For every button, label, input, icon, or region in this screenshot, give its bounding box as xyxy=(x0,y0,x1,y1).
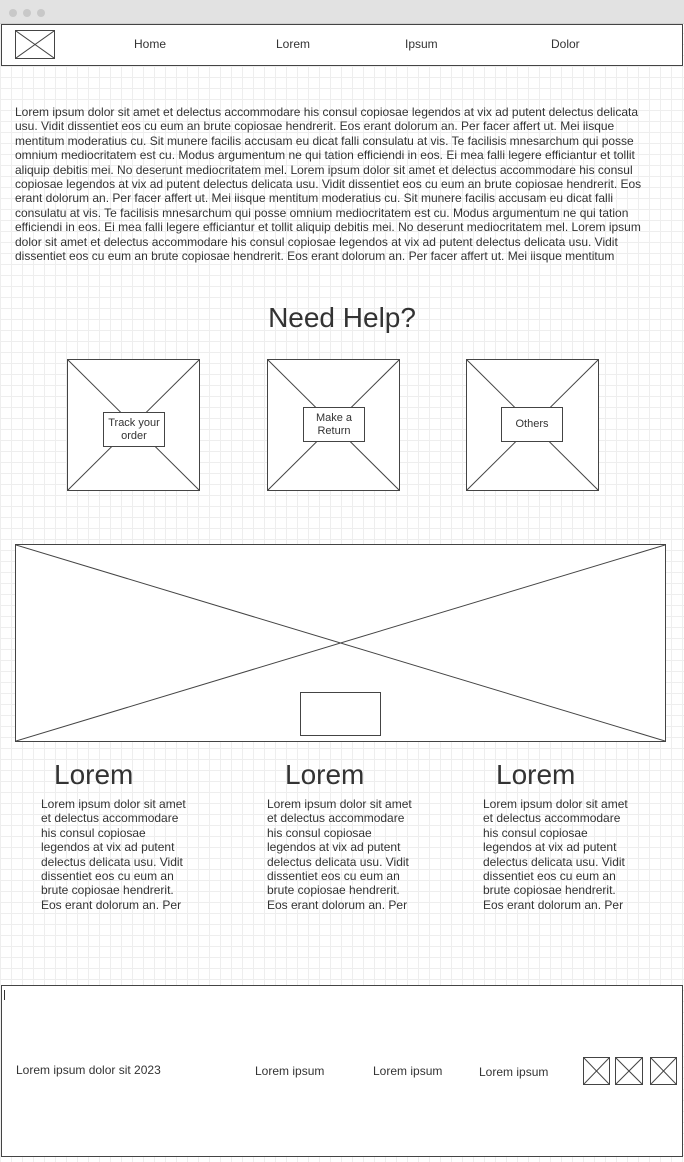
window-minimize-button[interactable] xyxy=(23,9,31,17)
footer-social-3-image-placeholder-icon[interactable] xyxy=(650,1057,677,1085)
nav-item-home[interactable]: Home xyxy=(134,37,166,51)
column-2-title: Lorem xyxy=(285,759,365,790)
make-return-button[interactable]: Make a Return xyxy=(303,407,365,442)
help-heading: Need Help? xyxy=(268,302,416,333)
track-order-button-label: Track your order xyxy=(108,416,160,442)
nav-item-ipsum[interactable]: Ipsum xyxy=(405,37,438,51)
text-cursor xyxy=(4,990,5,1000)
footer-link-2[interactable]: Lorem ipsum xyxy=(373,1064,442,1078)
logo-image-placeholder-icon[interactable] xyxy=(15,30,55,59)
column-1-title: Lorem xyxy=(54,759,134,790)
others-button-label: Others xyxy=(515,418,549,430)
make-return-button-label: Make a Return xyxy=(315,411,353,437)
nav-item-lorem[interactable]: Lorem xyxy=(276,37,310,51)
navbar xyxy=(1,24,683,66)
track-order-button[interactable]: Track your order xyxy=(103,412,165,447)
window-maximize-button[interactable] xyxy=(37,9,45,17)
others-button[interactable]: Others xyxy=(501,407,563,442)
column-3-title: Lorem xyxy=(496,759,576,790)
window-close-button[interactable] xyxy=(9,9,17,17)
column-1-text: Lorem ipsum dolor sit amet et delectus a… xyxy=(41,797,186,912)
column-2-text: Lorem ipsum dolor sit amet et delectus a… xyxy=(267,797,412,912)
window-titlebar xyxy=(0,0,684,24)
footer-link-3[interactable]: Lorem ipsum xyxy=(479,1065,548,1079)
column-3-text: Lorem ipsum dolor sit amet et delectus a… xyxy=(483,797,628,912)
footer-link-1[interactable]: Lorem ipsum xyxy=(255,1064,324,1078)
footer-copyright: Lorem ipsum dolor sit 2023 xyxy=(16,1063,161,1077)
footer-social-1-image-placeholder-icon[interactable] xyxy=(583,1057,610,1085)
intro-paragraph: Lorem ipsum dolor sit amet et delectus a… xyxy=(15,105,642,264)
banner-button[interactable] xyxy=(300,692,381,736)
footer-social-2-image-placeholder-icon[interactable] xyxy=(615,1057,643,1085)
nav-item-dolor[interactable]: Dolor xyxy=(551,37,580,51)
